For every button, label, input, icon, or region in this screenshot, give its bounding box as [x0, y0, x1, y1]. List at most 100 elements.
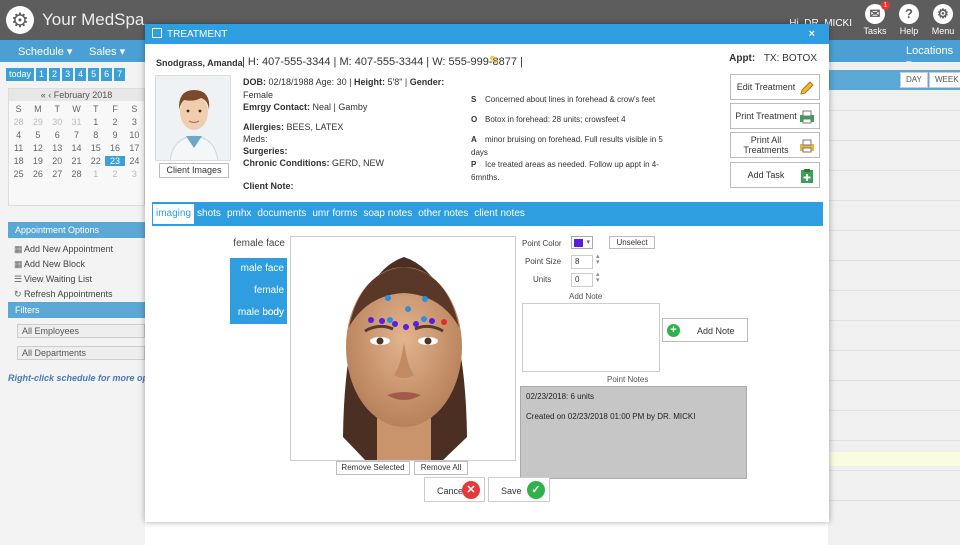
print-treatment-button[interactable]: Print Treatment — [730, 103, 820, 129]
injection-points[interactable] — [291, 237, 516, 461]
injection-point[interactable] — [379, 318, 385, 324]
remove-all-button[interactable]: Remove All — [414, 461, 468, 475]
image-option-male-face[interactable]: male face — [230, 258, 287, 280]
tab-other-notes[interactable]: other notes — [415, 204, 471, 224]
edit-patient-pencil-icon[interactable]: ✎ — [489, 53, 500, 69]
filters-header[interactable]: Filters — [8, 302, 145, 318]
units-stepper-icon[interactable]: ▴ ▾ — [596, 271, 600, 284]
edit-treatment-button[interactable]: Edit Treatment — [730, 74, 820, 100]
view-waiting-list-link[interactable]: ☰ View Waiting List — [14, 274, 92, 285]
injection-point[interactable] — [368, 317, 374, 323]
calendar-day[interactable]: 27 — [48, 169, 67, 179]
injection-point[interactable] — [385, 295, 391, 301]
calendar-day[interactable]: 13 — [48, 143, 67, 153]
remove-selected-button[interactable]: Remove Selected — [336, 461, 410, 475]
tab-imaging[interactable]: imaging — [153, 204, 195, 224]
calendar-day[interactable]: 20 — [48, 156, 67, 166]
day-number[interactable]: 3 — [62, 68, 74, 81]
brand[interactable]: ⚙ Your MedSpa — [6, 6, 144, 34]
image-option-female-body[interactable]: female body — [230, 280, 287, 318]
calendar-day[interactable]: 16 — [105, 143, 124, 153]
today-button[interactable]: today — [6, 68, 35, 81]
schedule-row[interactable] — [828, 350, 960, 351]
employees-select[interactable]: All Employees — [17, 324, 145, 338]
calendar-day[interactable]: 8 — [86, 130, 105, 140]
calendar-day[interactable]: 14 — [67, 143, 86, 153]
injection-point[interactable] — [403, 324, 409, 330]
point-size-input[interactable]: 8 — [571, 255, 593, 269]
point-size-stepper-icon[interactable]: ▴ ▾ — [596, 253, 600, 266]
injection-point[interactable] — [392, 321, 398, 327]
calendar-day[interactable]: 4 — [9, 130, 28, 140]
save-button[interactable]: Save ✓ — [488, 477, 550, 502]
calendar-day[interactable]: 15 — [86, 143, 105, 153]
calendar-day[interactable]: 22 — [86, 156, 105, 166]
schedule-row[interactable] — [828, 140, 960, 141]
day-number[interactable]: 5 — [88, 68, 100, 81]
calendar-day[interactable]: 24 — [125, 156, 144, 166]
add-task-button[interactable]: Add Task — [730, 162, 820, 188]
menu-button[interactable]: ⚙ Menu — [930, 4, 956, 36]
calendar-day[interactable]: 28 — [9, 117, 28, 127]
calendar-day[interactable]: 2 — [105, 117, 124, 127]
injection-point[interactable] — [413, 321, 419, 327]
calendar-day[interactable]: 18 — [9, 156, 28, 166]
image-option-female-face[interactable]: female face — [231, 238, 285, 249]
day-view-button[interactable]: DAY — [900, 72, 928, 88]
calendar-day[interactable]: 29 — [28, 117, 47, 127]
nav-schedule[interactable]: Schedule ▾ — [18, 45, 72, 58]
calendar-day[interactable]: 28 — [67, 169, 86, 179]
calendar-day[interactable]: 9 — [105, 130, 124, 140]
schedule-row[interactable] — [828, 380, 960, 381]
print-all-treatments-button[interactable]: Print All Treatments — [730, 132, 820, 158]
image-option-male-body[interactable]: male body — [230, 302, 287, 324]
day-number[interactable]: 6 — [101, 68, 113, 81]
add-new-appointment-link[interactable]: ▦Add New Appointment — [14, 244, 113, 255]
injection-point[interactable] — [405, 306, 411, 312]
calendar-day[interactable]: 2 — [105, 169, 124, 179]
injection-point[interactable] — [422, 296, 428, 302]
point-color-picker[interactable]: ▾ — [571, 236, 593, 249]
calendar-day[interactable]: 17 — [125, 143, 144, 153]
schedule-row[interactable] — [828, 260, 960, 261]
calendar-day[interactable]: 1 — [86, 169, 105, 179]
schedule-row[interactable] — [828, 110, 960, 111]
schedule-row[interactable] — [828, 290, 960, 291]
schedule-row[interactable] — [828, 200, 960, 201]
calendar-day[interactable]: 5 — [28, 130, 47, 140]
tab-documents[interactable]: documents — [254, 204, 309, 224]
add-new-block-link[interactable]: ▦Add New Block — [14, 259, 85, 270]
schedule-row[interactable] — [828, 470, 960, 471]
schedule-row[interactable] — [828, 410, 960, 411]
injection-point[interactable] — [429, 318, 435, 324]
help-button[interactable]: ? Help — [896, 4, 922, 36]
departments-select[interactable]: All Departments — [17, 346, 145, 360]
calendar-day[interactable]: 25 — [9, 169, 28, 179]
refresh-appointments-link[interactable]: ↻ Refresh Appointments — [14, 289, 113, 300]
tasks-button[interactable]: ✉ 1 Tasks — [862, 1, 890, 36]
tab-shots[interactable]: shots — [194, 204, 224, 224]
calendar-day[interactable]: 1 — [86, 117, 105, 127]
point-notes-box[interactable]: 02/23/2018: 6 units Created on 02/23/201… — [520, 386, 747, 479]
day-number[interactable]: 1 — [36, 68, 48, 81]
units-input[interactable]: 0 — [571, 273, 593, 287]
close-icon[interactable]: × — [809, 28, 815, 40]
calendar-day[interactable]: 26 — [28, 169, 47, 179]
calendar-day[interactable]: 19 — [28, 156, 47, 166]
calendar-day[interactable]: 31 — [67, 117, 86, 127]
add-note-button[interactable]: + Add Note — [662, 318, 748, 342]
week-view-button[interactable]: WEEK — [929, 72, 960, 88]
injection-point[interactable] — [387, 317, 393, 323]
prev-year-icon[interactable]: « — [41, 90, 46, 100]
calendar-day[interactable]: 11 — [9, 143, 28, 153]
tab-pmhx[interactable]: pmhx — [224, 204, 254, 224]
cancel-button[interactable]: Cancel ✕ — [424, 477, 485, 502]
injection-point[interactable] — [441, 319, 447, 325]
calendar-day[interactable]: 23 — [105, 156, 125, 166]
day-number[interactable]: 4 — [75, 68, 87, 81]
calendar-day[interactable]: 6 — [48, 130, 67, 140]
schedule-row[interactable] — [828, 440, 960, 441]
prev-month-icon[interactable]: ‹ — [48, 90, 51, 100]
calendar-day[interactable]: 10 — [125, 130, 144, 140]
calendar-day[interactable]: 12 — [28, 143, 47, 153]
